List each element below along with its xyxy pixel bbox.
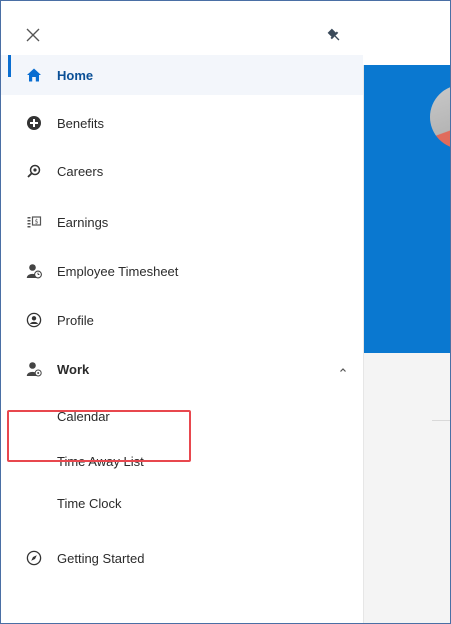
sidebar-item-label: Work [57, 361, 90, 377]
highlight-box [7, 410, 191, 462]
sidebar-subitem-time-clock[interactable]: Time Clock [1, 483, 363, 523]
sidebar-item-benefits[interactable]: Benefits [1, 103, 363, 143]
sidebar-item-careers[interactable]: Careers [1, 151, 363, 191]
sidebar-item-home[interactable]: Home [1, 55, 363, 95]
user-clock-icon [26, 263, 42, 279]
sidebar-item-getting-started[interactable]: Getting Started [1, 538, 363, 578]
sidebar-item-work[interactable]: Work [1, 349, 363, 389]
sidebar-item-label: Home [57, 67, 94, 83]
sidebar-item-label: Getting Started [57, 550, 145, 566]
search-icon [26, 163, 42, 179]
earnings-icon: $ [26, 214, 42, 230]
sidebar-item-profile[interactable]: Profile [1, 300, 363, 340]
profile-banner [364, 65, 450, 353]
chevron-up-icon[interactable] [337, 363, 349, 375]
user-work-icon [26, 361, 42, 377]
svg-text:$: $ [35, 219, 39, 226]
avatar[interactable] [430, 85, 450, 149]
sidebar-item-label: Benefits [57, 115, 104, 131]
compass-icon [26, 550, 42, 566]
user-circle-icon [26, 312, 42, 328]
sidebar-item-earnings[interactable]: $ Earnings [1, 202, 363, 242]
sidebar-subitem-label: Time Clock [57, 495, 122, 511]
main-content [364, 65, 450, 623]
pin-icon[interactable] [326, 27, 342, 43]
sidebar-item-label: Profile [57, 312, 94, 328]
close-icon[interactable] [25, 27, 41, 43]
sidebar-item-employee-timesheet[interactable]: Employee Timesheet [1, 251, 363, 291]
sidebar-item-label: Earnings [57, 214, 109, 230]
sidebar-item-label: Careers [57, 163, 104, 179]
sidebar-nav: Home Benefits Careers $ Earnings Employe… [1, 55, 364, 623]
divider [432, 420, 450, 421]
home-icon [26, 67, 42, 83]
plus-circle-icon [26, 115, 42, 131]
sidebar-item-label: Employee Timesheet [57, 263, 179, 279]
